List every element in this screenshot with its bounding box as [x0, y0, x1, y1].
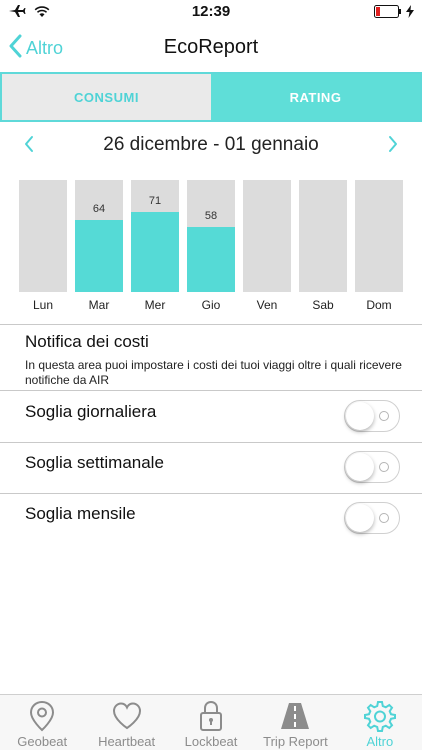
charging-icon — [406, 5, 414, 23]
divider — [0, 390, 422, 391]
rating-bar-chart: Lun 64 Mar 71 Mer 58 Gio Ven Sab Dom — [0, 180, 422, 320]
segment-control: CONSUMI RATING — [0, 72, 422, 122]
tab-label: Lockbeat — [184, 734, 238, 749]
notify-section: Notifica dei costi In questa area puoi i… — [25, 332, 405, 388]
next-week-chevron-icon[interactable] — [380, 132, 404, 156]
toggle-knob — [346, 453, 374, 481]
bar-track-sab — [299, 180, 347, 292]
battery-low-icon — [374, 5, 402, 23]
bar-track-dom — [355, 180, 403, 292]
bar-mar — [75, 220, 123, 292]
notify-title: Notifica dei costi — [25, 332, 149, 351]
tab-label: Altro — [366, 734, 394, 749]
heart-icon — [110, 699, 144, 733]
threshold-row-weekly: Soglia settimanale — [0, 443, 422, 493]
status-time: 12:39 — [191, 3, 231, 20]
tab-rating[interactable]: RATING — [211, 74, 420, 120]
day-label: Lun — [32, 298, 54, 312]
day-label: Gio — [201, 298, 221, 312]
gear-icon — [363, 699, 397, 733]
bar-value-label: 71 — [148, 195, 162, 207]
lock-icon — [194, 699, 228, 733]
day-label: Ven — [256, 298, 278, 312]
tab-label: Geobeat — [17, 734, 68, 749]
bar-track-mar: 64 — [75, 180, 123, 292]
road-icon — [278, 699, 312, 733]
bar-track-lun — [19, 180, 67, 292]
daily-threshold-toggle[interactable] — [344, 400, 400, 432]
bar-track-gio: 58 — [187, 180, 235, 292]
toggle-knob — [346, 504, 374, 532]
threshold-label: Soglia settimanale — [25, 453, 164, 472]
tab-trip-report[interactable]: Trip Report — [253, 695, 337, 750]
day-label: Mer — [144, 298, 166, 312]
weekly-threshold-toggle[interactable] — [344, 451, 400, 483]
bar-gio — [187, 227, 235, 292]
tab-label: Heartbeat — [98, 734, 156, 749]
bar-track-ven — [243, 180, 291, 292]
tab-lockbeat[interactable]: Lockbeat — [169, 695, 253, 750]
threshold-row-daily: Soglia giornaliera — [0, 392, 422, 442]
day-label: Mar — [88, 298, 110, 312]
day-label: Sab — [312, 298, 334, 312]
location-pin-icon — [25, 699, 59, 733]
status-bar: 12:39 — [0, 0, 422, 24]
bar-track-mer: 71 — [131, 180, 179, 292]
bar-mer — [131, 212, 179, 292]
toggle-off-indicator — [379, 513, 389, 523]
bar-value-label: 58 — [204, 210, 218, 222]
threshold-label: Soglia giornaliera — [25, 402, 157, 421]
date-range-row: 26 dicembre - 01 gennaio — [0, 128, 422, 162]
tab-bar: Geobeat Heartbeat Lockbeat Trip Report A… — [0, 694, 422, 750]
monthly-threshold-toggle[interactable] — [344, 502, 400, 534]
toggle-knob — [346, 402, 374, 430]
tab-geobeat[interactable]: Geobeat — [0, 695, 84, 750]
page-title: EcoReport — [163, 36, 259, 58]
divider — [0, 324, 422, 325]
date-range-label: 26 dicembre - 01 gennaio — [103, 134, 319, 155]
tab-heartbeat[interactable]: Heartbeat — [84, 695, 168, 750]
threshold-row-monthly: Soglia mensile — [0, 494, 422, 544]
status-right — [374, 5, 414, 23]
tab-altro[interactable]: Altro — [338, 695, 422, 750]
day-label: Dom — [366, 298, 392, 312]
tab-label: Trip Report — [263, 734, 328, 749]
threshold-label: Soglia mensile — [25, 504, 136, 523]
tab-consumi[interactable]: CONSUMI — [2, 74, 211, 120]
notify-description: In questa area puoi impostare i costi de… — [25, 358, 402, 387]
bar-value-label: 64 — [92, 203, 106, 215]
toggle-off-indicator — [379, 462, 389, 472]
toggle-off-indicator — [379, 411, 389, 421]
nav-bar: Altro EcoReport — [0, 24, 422, 70]
